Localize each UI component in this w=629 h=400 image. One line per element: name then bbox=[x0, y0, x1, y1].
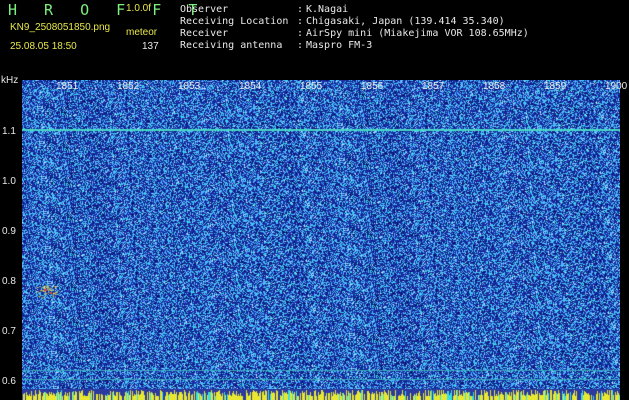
app-version: 1.0.0f bbox=[126, 3, 152, 14]
meteor-count: 137 bbox=[142, 41, 159, 52]
info-key-antenna: Receiving antenna bbox=[180, 40, 283, 51]
y-tick-label: 0.6 bbox=[2, 376, 16, 387]
signal-level-strip bbox=[22, 389, 620, 400]
x-tick-label: 1856 bbox=[361, 81, 384, 92]
y-tick-label: 1.1 bbox=[2, 126, 16, 137]
y-tick-label: 0.7 bbox=[2, 326, 16, 337]
spectrogram-canvas bbox=[22, 80, 620, 396]
date-time: 25.08.05 18:50 bbox=[10, 41, 77, 52]
info-value-observer: K.Nagai bbox=[306, 4, 349, 15]
info-key-receiver: Receiver bbox=[180, 28, 229, 39]
info-key-location: Receiving Location bbox=[180, 16, 289, 27]
info-separator: : bbox=[297, 16, 304, 27]
y-axis-unit: kHz bbox=[1, 75, 19, 86]
info-separator: : bbox=[297, 28, 304, 39]
info-value-receiver: AirSpy mini (Miakejima VOR 108.65MHz) bbox=[306, 28, 529, 39]
hrofft-window: H R O F F T 1.0.0f KN9_2508051850.png me… bbox=[0, 0, 629, 400]
x-tick-label: 1854 bbox=[239, 81, 262, 92]
x-tick-label: 1857 bbox=[422, 81, 445, 92]
app-title: H R O F F T bbox=[8, 1, 207, 19]
y-tick-label: 1.0 bbox=[2, 176, 16, 187]
info-value-antenna: Maspro FM-3 bbox=[306, 40, 373, 51]
x-tick-label: 1855 bbox=[300, 81, 323, 92]
x-tick-label: 1858 bbox=[483, 81, 506, 92]
y-tick-label: 0.9 bbox=[2, 226, 16, 237]
info-separator: : bbox=[297, 40, 304, 51]
x-tick-label: 1852 bbox=[117, 81, 140, 92]
info-separator: : bbox=[297, 4, 304, 15]
x-tick-label: 1859 bbox=[544, 81, 567, 92]
x-tick-label: 1851 bbox=[56, 81, 79, 92]
info-value-location: Chigasaki, Japan (139.414 35.340) bbox=[306, 16, 505, 27]
y-tick-label: 0.8 bbox=[2, 276, 16, 287]
info-key-observer: Observer bbox=[180, 4, 229, 15]
x-tick-label: 1900 bbox=[605, 81, 628, 92]
file-name: KN9_2508051850.png bbox=[10, 22, 111, 33]
meteor-label: meteor bbox=[126, 27, 158, 38]
x-tick-label: 1853 bbox=[178, 81, 201, 92]
